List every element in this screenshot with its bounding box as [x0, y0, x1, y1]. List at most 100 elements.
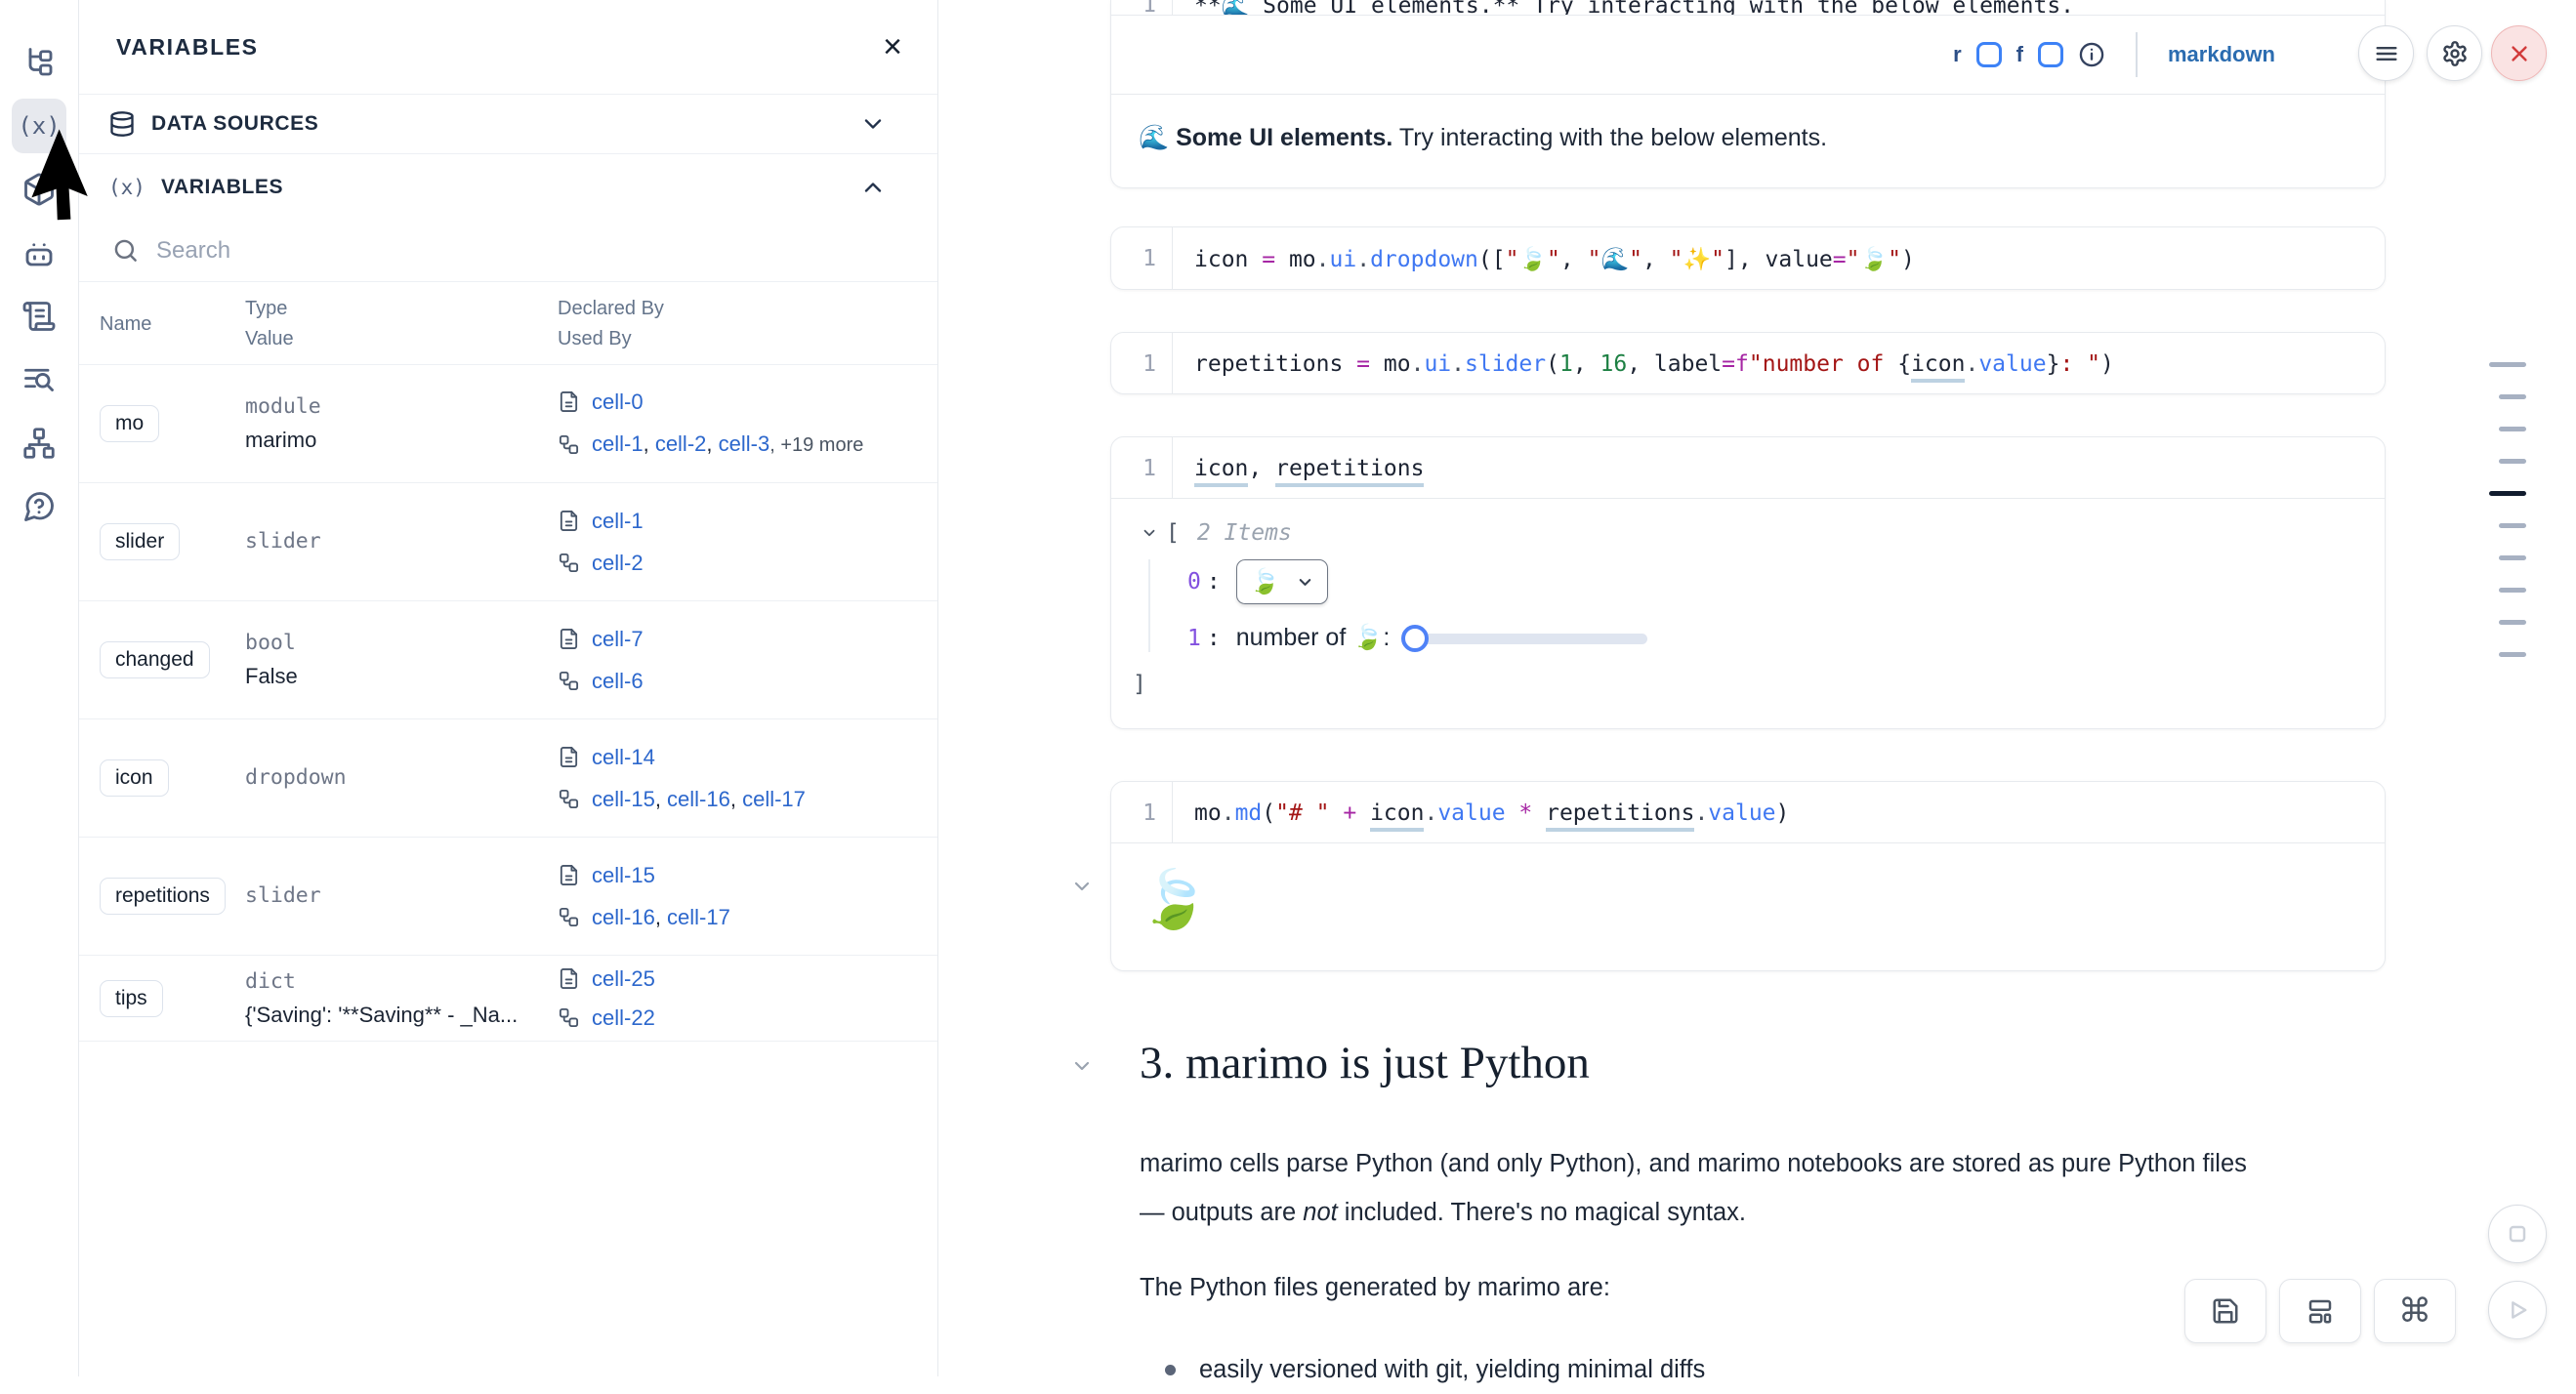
cell-link[interactable]: cell-22 [592, 1005, 655, 1030]
code-editor[interactable]: 1 icon, repetitions [1111, 437, 2385, 499]
line-number: 1 [1111, 437, 1172, 498]
help-button[interactable] [12, 479, 66, 534]
cell-link[interactable]: cell-16 [667, 787, 730, 811]
cell-link[interactable]: cell-7 [592, 627, 644, 651]
tree-close-bracket: ] [1133, 672, 2359, 697]
cell-link[interactable]: cell-2 [592, 551, 644, 575]
minimap-cell-marker[interactable] [2499, 394, 2526, 399]
save-icon [2211, 1296, 2240, 1326]
help-icon [21, 489, 57, 524]
column-header-name: Name [100, 309, 151, 340]
code-editor[interactable]: 1 icon = mo.ui.dropdown(["🍃", "🌊", "✨"],… [1111, 227, 2385, 289]
minimap-cell-marker[interactable] [2499, 555, 2526, 560]
cell-link[interactable]: cell-17 [667, 905, 730, 929]
output-collapse-chevron[interactable] [1070, 875, 1094, 898]
dependency-graph-button[interactable] [12, 416, 66, 471]
scratchpad-button[interactable] [12, 289, 66, 344]
paragraph-1: marimo cells parse Python (and only Pyth… [1140, 1139, 2370, 1237]
cell-link[interactable]: cell-1 [592, 509, 644, 533]
format-checkbox[interactable] [2038, 42, 2063, 67]
slider-thumb[interactable] [1401, 625, 1429, 652]
declared-by-links: cell-14 [592, 736, 655, 778]
variables-section-icon: (x) [108, 176, 145, 199]
section-collapse-chevron[interactable] [1070, 1054, 1094, 1078]
variables-section-toggle[interactable]: (x) VARIABLES [79, 154, 937, 220]
variables-search [79, 220, 937, 282]
log-search-icon [21, 362, 57, 397]
variables-panel-button[interactable]: (x) [12, 99, 66, 153]
variable-name-badge: icon [100, 759, 169, 797]
used-by-icon [558, 433, 580, 456]
close-panel-button[interactable]: × [883, 30, 902, 63]
minimap-cell-marker[interactable] [2499, 652, 2526, 657]
code-editor[interactable]: 1 repetitions = mo.ui.slider(1, 16, labe… [1111, 333, 2385, 393]
settings-button[interactable] [2427, 25, 2482, 81]
code-editor[interactable]: 1 mo.md("# " + icon.value * repetitions.… [1111, 782, 2385, 843]
column-header-used-by: Used By [558, 324, 937, 354]
file-tree-button[interactable] [12, 35, 66, 90]
cell-link[interactable]: cell-15 [592, 787, 655, 811]
data-sources-section-toggle[interactable]: DATA SOURCES [79, 95, 937, 154]
cell-link[interactable]: cell-25 [592, 966, 655, 991]
database-icon [108, 110, 136, 138]
notebook-menu-button[interactable] [2358, 25, 2414, 81]
variable-type: module [245, 390, 558, 424]
declared-by-links: cell-7 [592, 618, 644, 660]
cell-minimap [2489, 362, 2538, 657]
used-by-icon [558, 670, 580, 692]
tree-items-count: 2 Items [1197, 520, 1292, 546]
repetitions-slider [1401, 625, 1647, 652]
tree-collapse-icon[interactable] [1141, 524, 1158, 542]
packages-button[interactable] [12, 162, 66, 217]
shutdown-button[interactable] [2491, 25, 2547, 81]
used-by-icon [558, 552, 580, 574]
cell-link[interactable]: cell-2 [655, 431, 707, 456]
tree-key-0: 0 [1187, 569, 1201, 594]
variable-type: slider [245, 525, 558, 558]
reactive-checkbox[interactable] [1976, 42, 2002, 67]
chevron-down-icon [859, 110, 887, 138]
used-by-links: cell-6 [592, 660, 644, 702]
minimap-cell-marker[interactable] [2489, 362, 2526, 367]
cell-link[interactable]: cell-14 [592, 745, 655, 769]
variable-row-tips: tips dict {'Saving': '**Saving** - _Na..… [79, 956, 937, 1042]
ai-assistant-button[interactable] [12, 226, 66, 280]
variables-icon: (x) [18, 112, 60, 140]
logs-button[interactable] [12, 352, 66, 407]
more-cells-label[interactable]: , +19 more [769, 434, 863, 456]
markdown-cell-editor[interactable]: 1 **🌊 Some UI elements.** Try interactin… [1111, 0, 2385, 15]
info-icon[interactable] [2078, 41, 2105, 68]
slider-track[interactable] [1413, 634, 1647, 644]
minimap-cell-marker[interactable] [2489, 491, 2526, 496]
run-button[interactable] [2488, 1281, 2547, 1339]
declared-by-icon [558, 864, 580, 886]
icon-dropdown-select[interactable]: 🍃 [1236, 559, 1328, 604]
gear-icon [2441, 40, 2469, 67]
cell-link[interactable]: cell-1 [592, 431, 644, 456]
cell-link[interactable]: cell-17 [742, 787, 806, 811]
keyboard-shortcuts-button[interactable]: ⌘ [2374, 1279, 2456, 1343]
layout-button[interactable] [2279, 1279, 2361, 1343]
tree-open-bracket: [ [1166, 520, 1180, 546]
markdown-cell: 1 **🌊 Some UI elements.** Try interactin… [1110, 0, 2386, 188]
column-header-type: Type [245, 294, 558, 324]
stop-button[interactable] [2488, 1205, 2547, 1263]
minimap-cell-marker[interactable] [2499, 523, 2526, 528]
search-input[interactable] [156, 237, 902, 265]
minimap-cell-marker[interactable] [2499, 620, 2526, 625]
cell-link[interactable]: cell-16 [592, 905, 655, 929]
minimap-cell-marker[interactable] [2499, 427, 2526, 431]
cell-link[interactable]: cell-0 [592, 390, 644, 414]
chevron-up-icon [859, 174, 887, 201]
variable-name-badge: repetitions [100, 878, 226, 915]
cell-link[interactable]: cell-6 [592, 669, 644, 693]
cell-link[interactable]: cell-3 [719, 431, 770, 456]
save-button[interactable] [2184, 1279, 2266, 1343]
cell-link[interactable]: cell-15 [592, 863, 655, 887]
minimap-cell-marker[interactable] [2499, 459, 2526, 464]
column-header-value: Value [245, 324, 558, 354]
minimap-cell-marker[interactable] [2499, 588, 2526, 593]
declared-by-links: cell-15 [592, 854, 655, 896]
format-toggle-label: f [2016, 42, 2023, 67]
data-sources-label: DATA SOURCES [151, 112, 318, 136]
